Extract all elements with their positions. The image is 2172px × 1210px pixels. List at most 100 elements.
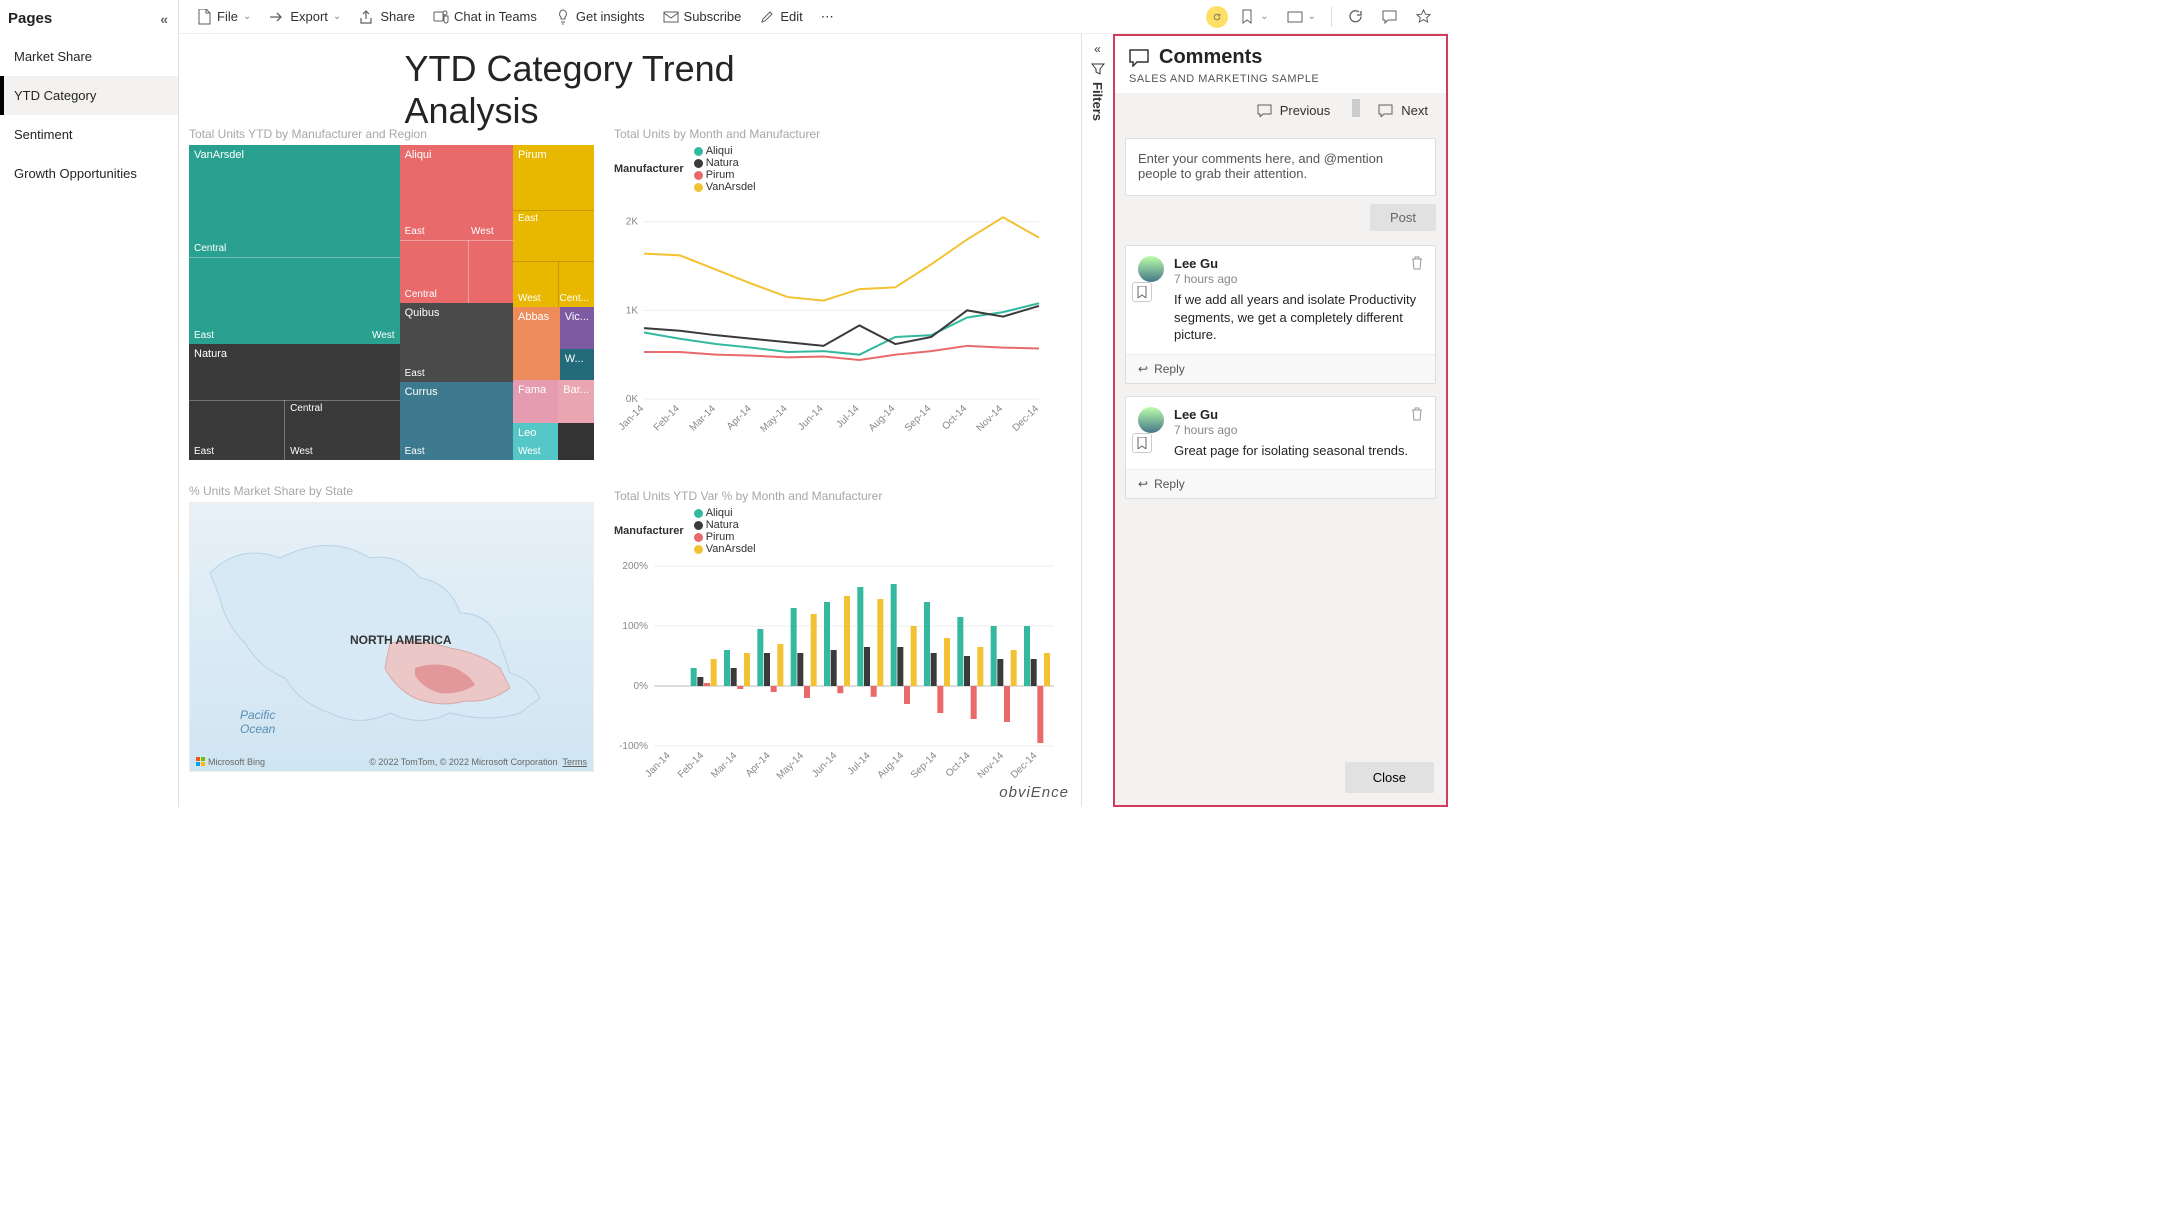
legend-item[interactable]: Natura: [694, 157, 756, 169]
legend-item[interactable]: Pirum: [694, 169, 756, 181]
share-button[interactable]: Share: [352, 5, 422, 29]
legend-item[interactable]: Pirum: [694, 531, 756, 543]
pages-sidebar: Pages « Market ShareYTD CategorySentimen…: [0, 0, 179, 807]
svg-text:Jan-14: Jan-14: [617, 403, 647, 433]
svg-text:May-14: May-14: [758, 403, 790, 435]
more-menu[interactable]: ⋯: [814, 5, 841, 29]
expand-filters-icon[interactable]: «: [1094, 42, 1101, 56]
bookmark-icon[interactable]: [1132, 433, 1152, 453]
bookmark-menu[interactable]: ⌄: [1232, 5, 1275, 29]
post-comment-button[interactable]: Post: [1370, 204, 1436, 231]
export-icon: [269, 9, 285, 25]
delete-comment-button[interactable]: [1411, 256, 1423, 270]
comment-author: Lee Gu: [1174, 407, 1423, 422]
treemap-visual[interactable]: Total Units YTD by Manufacturer and Regi…: [189, 127, 594, 460]
view-menu[interactable]: ⌄: [1280, 5, 1323, 29]
view-icon: [1287, 9, 1303, 25]
export-label: Export: [290, 9, 328, 24]
svg-text:Apr-14: Apr-14: [744, 750, 773, 779]
svg-text:Dec-14: Dec-14: [1009, 750, 1040, 781]
chat-label: Chat in Teams: [454, 9, 537, 24]
legend-item[interactable]: VanArsdel: [694, 543, 756, 555]
comments-subtitle: SALES AND MARKETING SAMPLE: [1129, 73, 1432, 85]
page-tab-sentiment[interactable]: Sentiment: [0, 115, 178, 154]
comments-toggle-button[interactable]: [1374, 5, 1404, 29]
comments-prev-button[interactable]: Previous: [1253, 99, 1339, 122]
share-icon: [359, 9, 375, 25]
bar-chart-visual[interactable]: Total Units YTD Var % by Month and Manuf…: [614, 489, 1059, 791]
export-menu[interactable]: Export ⌄: [262, 5, 348, 29]
reply-button[interactable]: ↩Reply: [1126, 469, 1435, 498]
svg-text:Aug-14: Aug-14: [876, 750, 907, 781]
svg-text:Nov-14: Nov-14: [976, 750, 1007, 781]
comment-text: If we add all years and isolate Producti…: [1174, 291, 1423, 344]
svg-text:2K: 2K: [626, 217, 639, 228]
map-terms-link[interactable]: Terms: [563, 757, 588, 767]
bookmark-icon: [1239, 9, 1255, 25]
subscribe-button[interactable]: Subscribe: [656, 5, 749, 29]
svg-text:Sep-14: Sep-14: [909, 750, 940, 781]
reply-button[interactable]: ↩Reply: [1126, 354, 1435, 383]
svg-text:0%: 0%: [634, 681, 649, 692]
svg-text:Aug-14: Aug-14: [867, 403, 898, 434]
sidebar-collapse-button[interactable]: «: [160, 11, 168, 27]
comments-next-button[interactable]: Next: [1374, 99, 1436, 122]
close-comments-button[interactable]: Close: [1345, 762, 1434, 793]
legend-item[interactable]: VanArsdel: [694, 181, 756, 193]
legend-item[interactable]: Aliqui: [694, 145, 756, 157]
legend-item[interactable]: Aliqui: [694, 507, 756, 519]
line-chart-title: Total Units by Month and Manufacturer: [614, 127, 1044, 141]
svg-text:200%: 200%: [622, 561, 648, 572]
svg-text:Jul-14: Jul-14: [846, 750, 873, 777]
page-tab-growth-opportunities[interactable]: Growth Opportunities: [0, 154, 178, 193]
filters-label: Filters: [1090, 82, 1105, 121]
map-bing-attribution: Microsoft Bing: [196, 757, 265, 767]
file-icon: [196, 9, 212, 25]
favorite-button[interactable]: [1408, 5, 1438, 29]
chat-teams-button[interactable]: Chat in Teams: [426, 5, 544, 29]
map-title: % Units Market Share by State: [189, 484, 594, 498]
map-credit: © 2022 TomTom, © 2022 Microsoft Corporat…: [369, 757, 587, 767]
map-na-label: NORTH AMERICA: [350, 633, 452, 647]
svg-text:Jul-14: Jul-14: [835, 403, 862, 430]
chevron-down-icon: ⌄: [333, 11, 341, 22]
svg-text:May-14: May-14: [775, 750, 807, 782]
filter-icon: [1091, 62, 1105, 76]
legend-label: Manufacturer: [614, 163, 684, 175]
sidebar-title: Pages: [8, 10, 52, 27]
file-menu[interactable]: File ⌄: [189, 5, 258, 29]
comment-card: Lee Gu 7 hours ago Great page for isolat…: [1125, 396, 1436, 500]
toolbar-separator: [1331, 7, 1332, 27]
comment-input[interactable]: Enter your comments here, and @mention p…: [1125, 138, 1436, 196]
map-visual[interactable]: % Units Market Share by State NORTH AMER…: [189, 484, 594, 772]
legend-item[interactable]: Natura: [694, 519, 756, 531]
comment-icon: [1129, 49, 1149, 67]
page-tab-market-share[interactable]: Market Share: [0, 37, 178, 76]
svg-text:1K: 1K: [626, 305, 639, 316]
svg-text:Jun-14: Jun-14: [796, 403, 826, 433]
svg-text:Apr-14: Apr-14: [725, 403, 754, 432]
refresh-button[interactable]: [1340, 5, 1370, 29]
svg-text:Sep-14: Sep-14: [903, 403, 934, 434]
comments-title: Comments: [1129, 46, 1432, 69]
footer-logo: obviEnce: [999, 784, 1069, 801]
insights-button[interactable]: Get insights: [548, 5, 652, 29]
delete-comment-button[interactable]: [1411, 407, 1423, 421]
chevron-down-icon: ⌄: [1260, 11, 1268, 22]
svg-text:Dec-14: Dec-14: [1011, 403, 1042, 434]
bookmark-icon[interactable]: [1132, 282, 1152, 302]
svg-text:Feb-14: Feb-14: [676, 750, 706, 780]
page-tab-ytd-category[interactable]: YTD Category: [0, 76, 178, 115]
legend-label: Manufacturer: [614, 525, 684, 537]
svg-text:0K: 0K: [626, 394, 639, 405]
filters-pane-collapsed[interactable]: « Filters: [1081, 34, 1113, 807]
line-chart-legend: Manufacturer AliquiNaturaPirumVanArsdel: [614, 145, 1044, 193]
edit-button[interactable]: Edit: [752, 5, 809, 29]
edit-label: Edit: [780, 9, 802, 24]
svg-text:Nov-14: Nov-14: [975, 403, 1006, 434]
reset-highlight-button[interactable]: [1206, 6, 1228, 28]
line-chart-visual[interactable]: Total Units by Month and Manufacturer Ma…: [614, 127, 1044, 439]
comments-panel: Comments SALES AND MARKETING SAMPLE Prev…: [1113, 34, 1448, 807]
avatar: [1138, 407, 1164, 433]
chevron-down-icon: ⌄: [1308, 11, 1316, 22]
